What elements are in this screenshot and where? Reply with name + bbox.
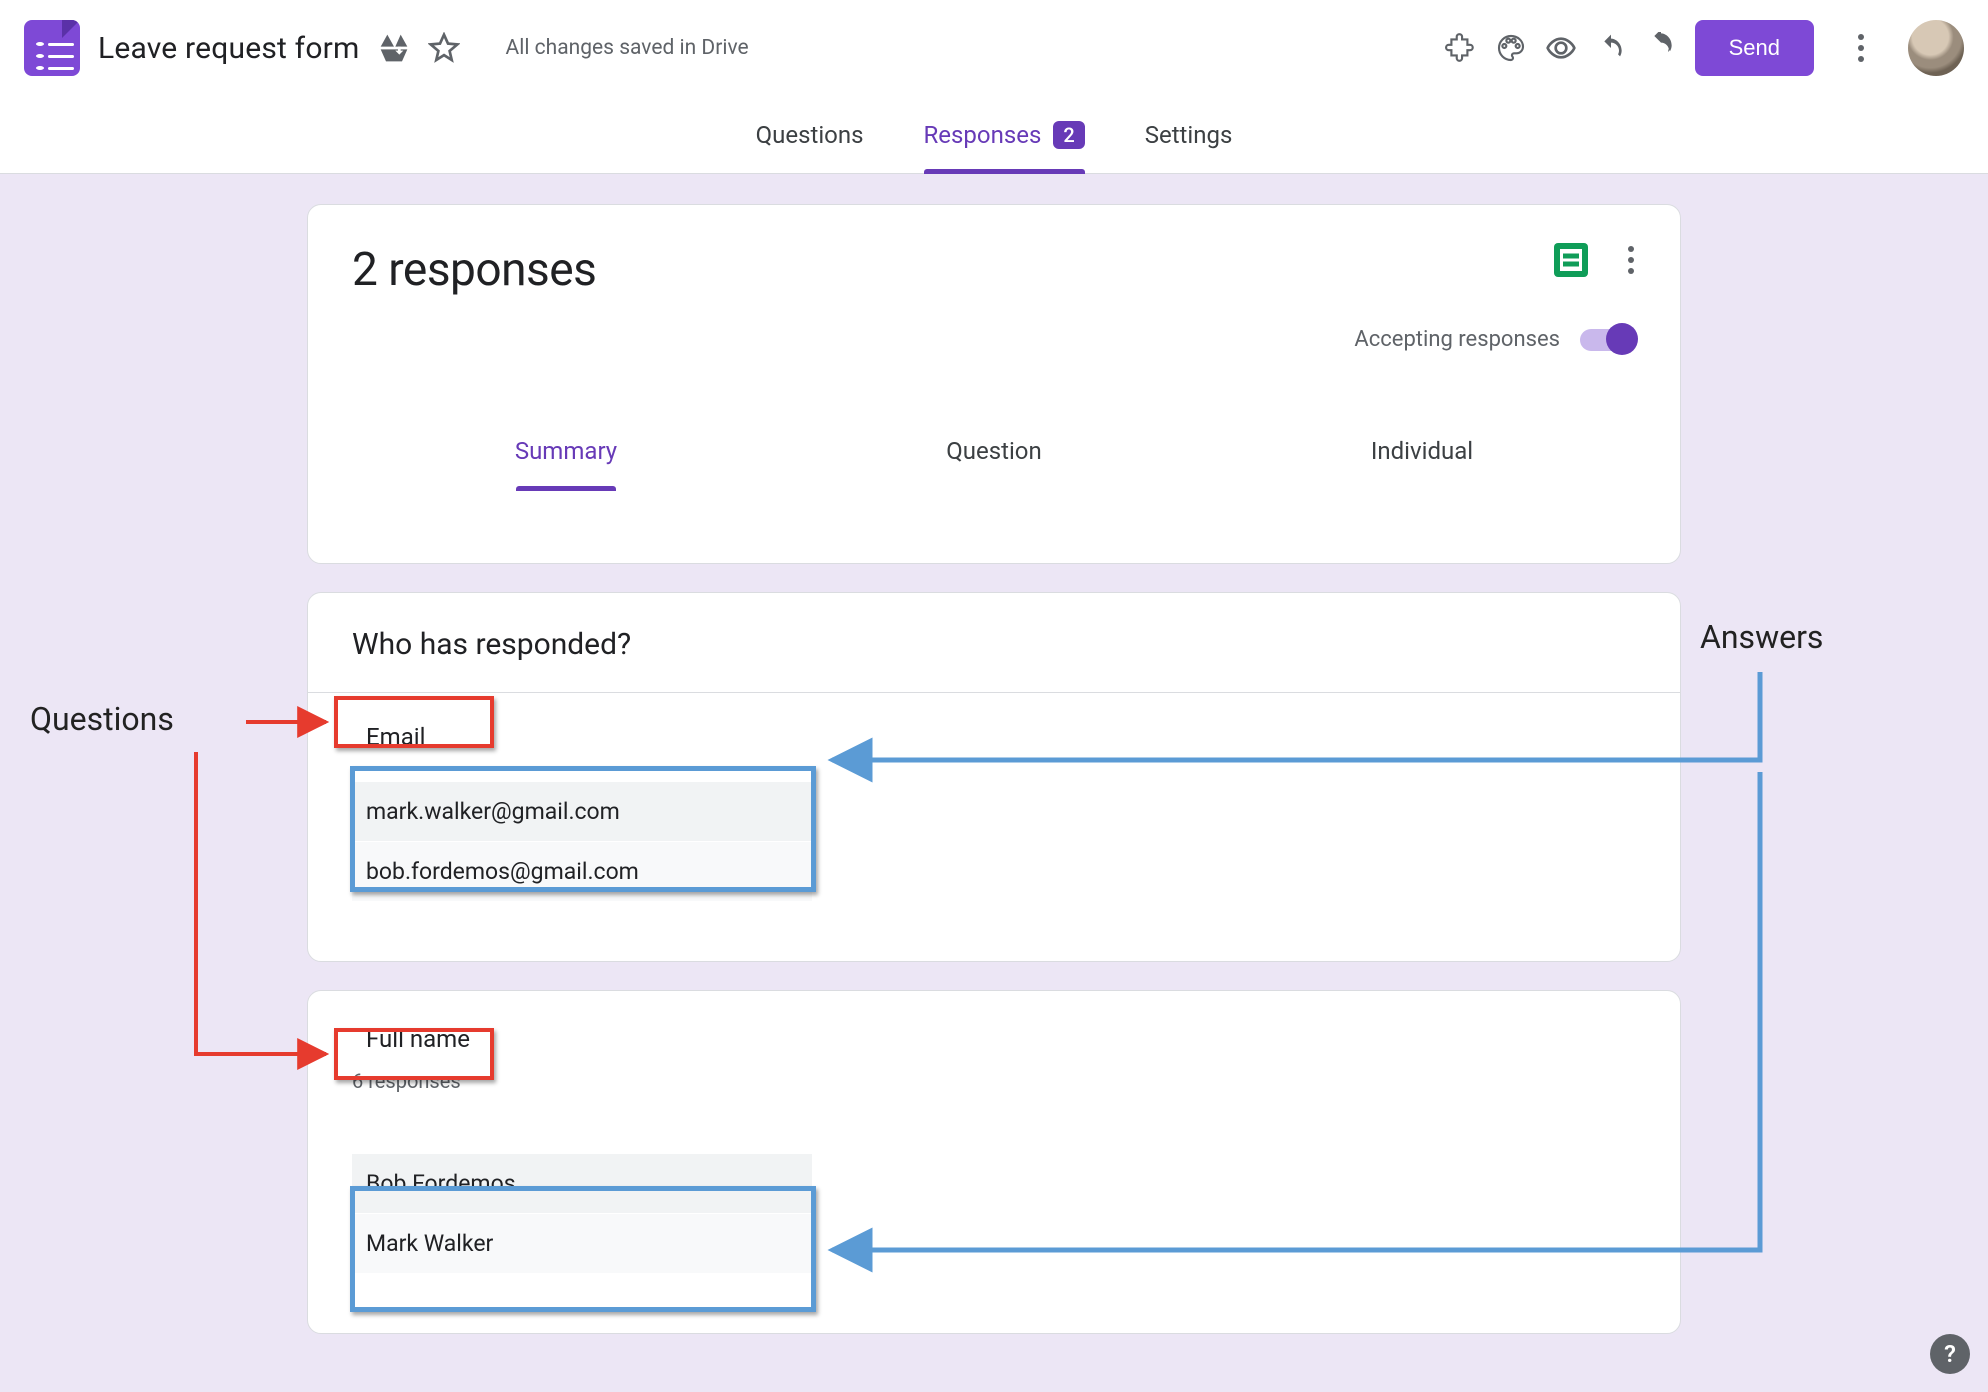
subtab-individual[interactable]: Individual [1208,417,1636,491]
responses-header-card: 2 responses Accepting responses Summary … [307,204,1681,564]
document-title[interactable]: Leave request form [98,31,360,66]
annotation-bluebox-emails [350,766,816,892]
more-options-icon[interactable] [1846,33,1876,63]
tab-settings[interactable]: Settings [1145,96,1233,173]
help-button[interactable]: ? [1930,1334,1970,1374]
preview-icon[interactable] [1545,32,1577,64]
accepting-responses-label: Accepting responses [1354,327,1560,352]
responses-count-badge: 2 [1053,121,1084,149]
responses-title: 2 responses [352,243,1636,297]
open-in-sheets-icon[interactable] [1554,243,1588,277]
app-header: Leave request form All changes saved in … [0,0,1988,96]
annotation-answers-label: Answers [1700,618,1823,656]
subtab-summary[interactable]: Summary [352,417,780,491]
tab-questions[interactable]: Questions [756,96,864,173]
forms-app-icon[interactable] [24,20,80,76]
redo-icon[interactable] [1645,32,1677,64]
annotation-redbox-email [334,696,494,748]
send-button[interactable]: Send [1695,20,1814,76]
account-avatar[interactable] [1908,20,1964,76]
annotation-questions-label: Questions [30,700,174,738]
responses-more-icon[interactable] [1616,245,1646,275]
save-status: All changes saved in Drive [506,36,749,60]
page-content: 2 responses Accepting responses Summary … [0,174,1988,1374]
who-responded-title: Who has responded? [308,593,1680,693]
annotation-redbox-fullname [334,1028,494,1080]
accepting-responses-toggle[interactable] [1580,329,1636,351]
tab-responses[interactable]: Responses 2 [924,96,1085,173]
star-icon[interactable] [428,32,460,64]
theme-icon[interactable] [1495,32,1527,64]
main-tabs: Questions Responses 2 Settings [0,96,1988,174]
annotation-bluebox-names [350,1186,816,1312]
addons-icon[interactable] [1445,32,1477,64]
move-to-drive-icon[interactable] [378,32,410,64]
accepting-responses: Accepting responses [1354,327,1636,352]
undo-icon[interactable] [1595,32,1627,64]
tab-responses-label: Responses [924,121,1042,149]
responses-subtabs: Summary Question Individual [352,417,1636,491]
subtab-question[interactable]: Question [780,417,1208,491]
fullname-response-count: 6 responses [352,1069,1636,1093]
